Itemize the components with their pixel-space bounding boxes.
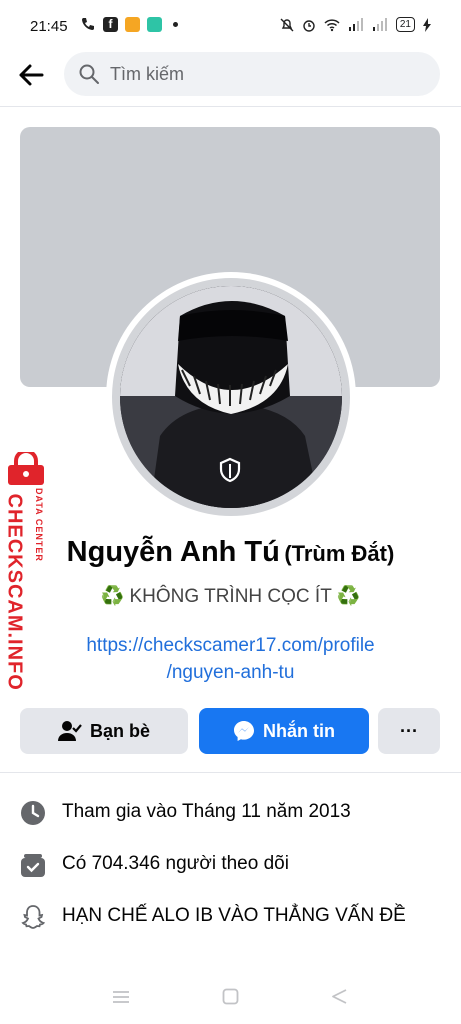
header-divider bbox=[0, 106, 461, 107]
profile-name: Nguyễn Anh Tú bbox=[66, 536, 280, 568]
watermark-lock-icon bbox=[8, 452, 44, 485]
notification-dot bbox=[173, 21, 178, 27]
status-time: 21:45 bbox=[30, 18, 68, 35]
search-input[interactable]: Tìm kiếm bbox=[64, 52, 440, 96]
more-options-button[interactable]: ··· bbox=[378, 708, 440, 754]
status-bar: 21:45 f 21 bbox=[0, 0, 461, 52]
info-snapchat-text: HẠN CHẾ ALO IB VÀO THẲNG VẤN ĐỀ bbox=[62, 905, 406, 926]
profile-link[interactable]: https://checkscamer17.com/profile /nguye… bbox=[0, 632, 461, 686]
charging-icon bbox=[423, 17, 431, 32]
message-button[interactable]: Nhắn tin bbox=[199, 708, 369, 754]
followers-icon bbox=[21, 854, 45, 877]
wifi-icon bbox=[324, 18, 340, 31]
call-icon bbox=[81, 18, 94, 31]
alarm-icon bbox=[303, 19, 315, 32]
bell-muted-icon bbox=[280, 18, 294, 31]
friends-label: Bạn bè bbox=[89, 720, 150, 741]
profile-nickname: (Trùm Đắt) bbox=[284, 541, 395, 566]
info-joined-text: Tham gia vào Tháng 11 năm 2013 bbox=[62, 801, 351, 822]
signal-icon-2 bbox=[372, 18, 387, 31]
search-icon bbox=[79, 64, 99, 84]
watermark-brand: CHECKSCAM.INFO bbox=[3, 493, 26, 691]
friends-button[interactable]: Bạn bè bbox=[20, 708, 188, 754]
message-label: Nhắn tin bbox=[263, 720, 335, 741]
battery-indicator: 21 bbox=[395, 17, 415, 32]
home-icon[interactable] bbox=[222, 988, 239, 1005]
facebook-icon: f bbox=[103, 16, 118, 32]
info-row-followers[interactable]: Có 704.346 người theo dõi bbox=[20, 850, 422, 878]
recent-apps-icon[interactable] bbox=[112, 990, 130, 1004]
back-arrow-icon[interactable] bbox=[14, 58, 48, 92]
info-row-joined: Tham gia vào Tháng 11 năm 2013 bbox=[20, 798, 422, 826]
profile-bio: ♻️ KHÔNG TRÌNH CỌC ÍT ♻️ bbox=[100, 586, 361, 607]
status-left-icons: f bbox=[80, 16, 178, 32]
friend-check-icon bbox=[57, 721, 82, 741]
profile-name-row: Nguyễn Anh Tú (Trùm Đắt) bbox=[0, 536, 461, 569]
info-followers-text: Có 704.346 người theo dõi bbox=[62, 853, 289, 874]
snapchat-icon bbox=[21, 905, 46, 929]
profile-link-line2: /nguyen-anh-tu bbox=[166, 662, 295, 683]
status-right-icons: 21 bbox=[280, 17, 431, 32]
nav-back-icon[interactable] bbox=[331, 988, 348, 1005]
chat-icon bbox=[147, 16, 162, 32]
app-icon bbox=[125, 16, 140, 32]
info-row-snapchat[interactable]: HẠN CHẾ ALO IB VÀO THẲNG VẤN ĐỀ bbox=[20, 902, 422, 930]
signal-icon bbox=[348, 18, 363, 31]
section-divider bbox=[0, 772, 461, 773]
search-placeholder: Tìm kiếm bbox=[110, 63, 184, 84]
profile-guard-icon bbox=[219, 457, 241, 483]
messenger-icon bbox=[234, 721, 254, 741]
profile-link-line1: https://checkscamer17.com/profile bbox=[86, 635, 375, 656]
clock-icon bbox=[21, 801, 45, 825]
more-label: ··· bbox=[400, 720, 418, 741]
